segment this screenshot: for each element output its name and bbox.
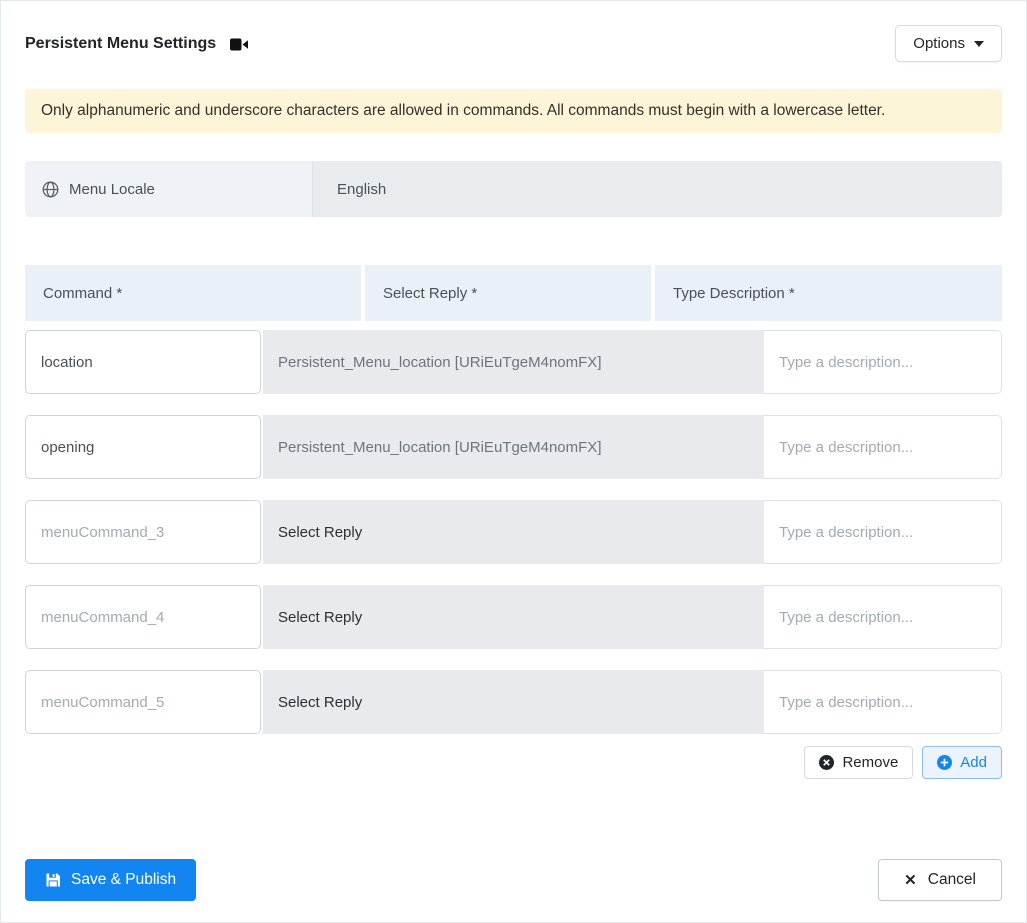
description-input[interactable]: [764, 330, 1002, 394]
chevron-down-icon: [974, 40, 984, 47]
table-row: Persistent_Menu_location [URiEuTgeM4nomF…: [25, 330, 1002, 394]
table-row: Select Reply: [25, 670, 1002, 734]
table-header: Command * Select Reply * Type Descriptio…: [25, 265, 1002, 321]
add-row-label: Add: [960, 754, 987, 771]
column-header-command: Command *: [25, 265, 361, 321]
remove-row-label: Remove: [842, 754, 899, 771]
column-header-type-description: Type Description *: [655, 265, 1002, 321]
menu-locale-label: Menu Locale: [69, 180, 155, 198]
select-reply-dropdown[interactable]: Persistent_Menu_location [URiEuTgeM4nomF…: [263, 330, 764, 394]
plus-circle-icon: [937, 755, 953, 770]
add-row-button[interactable]: Add: [922, 746, 1002, 779]
table-row: Select Reply: [25, 585, 1002, 649]
panel-footer: Save & Publish ✕ Cancel: [25, 859, 1002, 901]
description-input[interactable]: [764, 670, 1002, 734]
save-icon: [45, 872, 61, 888]
video-camera-icon: [230, 37, 249, 52]
select-reply-dropdown[interactable]: Select Reply: [263, 500, 764, 564]
command-input[interactable]: [25, 670, 261, 734]
options-button-label: Options: [913, 35, 965, 52]
table-row: Persistent_Menu_location [URiEuTgeM4nomF…: [25, 415, 1002, 479]
page-title: Persistent Menu Settings: [25, 35, 217, 52]
save-publish-button[interactable]: Save & Publish: [25, 859, 197, 901]
alert-banner: Only alphanumeric and underscore charact…: [25, 89, 1002, 133]
menu-locale-group: Menu Locale English: [25, 161, 1002, 217]
remove-row-button[interactable]: Remove: [804, 746, 914, 779]
cancel-label: Cancel: [927, 871, 976, 888]
globe-icon: [42, 181, 59, 198]
select-reply-dropdown[interactable]: Select Reply: [263, 585, 764, 649]
row-actions: Remove Add: [25, 746, 1002, 779]
panel-header: Persistent Menu Settings Options: [25, 25, 1002, 62]
cancel-button[interactable]: ✕ Cancel: [878, 859, 1002, 901]
command-input[interactable]: [25, 585, 261, 649]
command-input[interactable]: [25, 330, 261, 394]
save-publish-label: Save & Publish: [71, 871, 177, 888]
menu-locale-label-cell: Menu Locale: [25, 161, 313, 217]
persistent-menu-panel: Persistent Menu Settings Options Only al…: [0, 0, 1027, 923]
description-input[interactable]: [764, 585, 1002, 649]
select-reply-dropdown[interactable]: Select Reply: [263, 670, 764, 734]
table-row: Select Reply: [25, 500, 1002, 564]
description-input[interactable]: [764, 415, 1002, 479]
column-header-select-reply: Select Reply *: [365, 265, 651, 321]
x-circle-icon: [819, 755, 835, 770]
close-icon: ✕: [904, 871, 917, 889]
table-body: Persistent_Menu_location [URiEuTgeM4nomF…: [25, 330, 1002, 734]
command-input[interactable]: [25, 415, 261, 479]
options-button[interactable]: Options: [895, 25, 1002, 62]
select-reply-dropdown[interactable]: Persistent_Menu_location [URiEuTgeM4nomF…: [263, 415, 764, 479]
command-input[interactable]: [25, 500, 261, 564]
description-input[interactable]: [764, 500, 1002, 564]
menu-locale-value[interactable]: English: [313, 161, 1002, 217]
